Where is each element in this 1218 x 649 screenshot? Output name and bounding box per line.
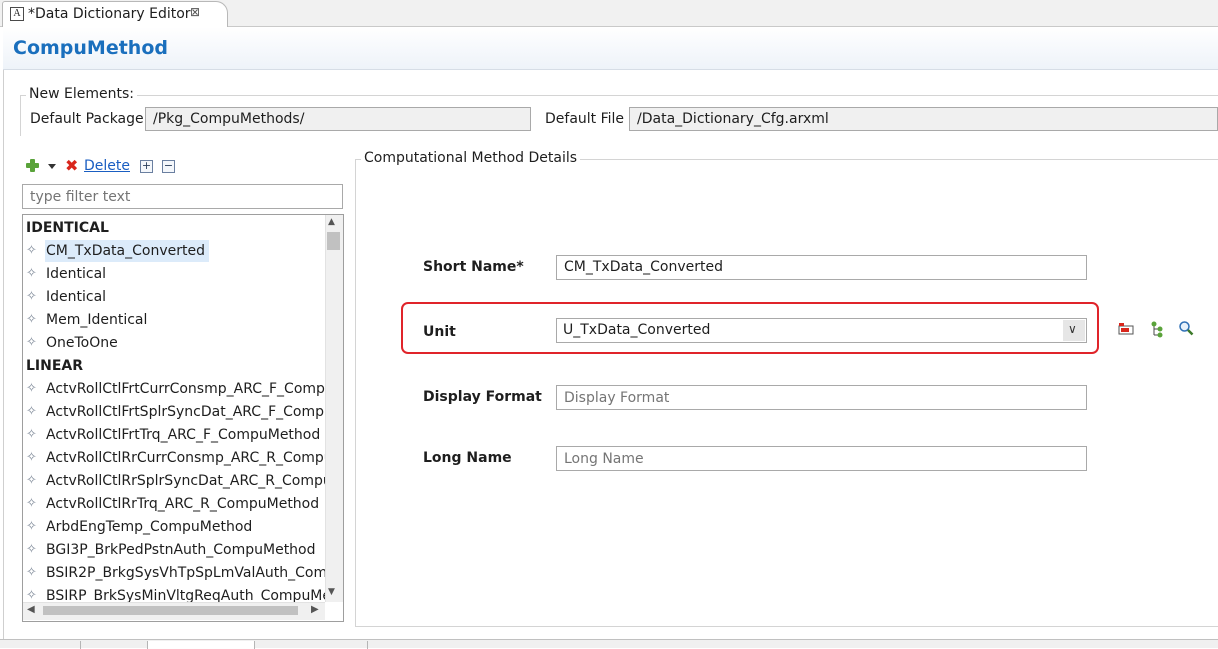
compu-method-icon: ✧	[26, 496, 37, 511]
bottom-tab[interactable]	[81, 641, 148, 649]
compu-method-icon: ✧	[26, 473, 37, 488]
compu-method-icon: ✧	[26, 312, 37, 327]
unit-select-value: U_TxData_Converted	[563, 322, 711, 338]
compu-method-icon: ✧	[26, 381, 37, 396]
tree-item-label: BGI3P_BrkPedPstnAuth_CompuMethod	[46, 542, 316, 558]
tree-item-label: Mem_Identical	[46, 312, 148, 328]
add-dropdown-arrow-icon[interactable]	[48, 164, 56, 169]
compu-method-icon: ✧	[26, 243, 37, 258]
tree-item-label: BSIR2P_BrkgSysVhTpSpLmValAuth_Compu	[46, 565, 344, 581]
compu-method-icon: ✧	[26, 450, 37, 465]
compu-method-icon: ✧	[26, 404, 37, 419]
compu-method-icon: ✧	[26, 266, 37, 281]
scroll-up-icon[interactable]: ▲	[328, 217, 335, 227]
close-icon[interactable]: ⊠	[190, 5, 200, 19]
compu-method-icon: ✧	[26, 542, 37, 557]
unit-label: Unit	[423, 324, 456, 340]
compu-method-icon: ✧	[26, 289, 37, 304]
scroll-down-icon[interactable]: ▼	[328, 587, 335, 597]
new-unit-icon[interactable]	[1118, 323, 1134, 335]
horizontal-scroll-thumb[interactable]	[43, 606, 298, 615]
compu-method-icon: ✧	[26, 335, 37, 350]
tree-item-label: ActvRollCtlFrtCurrConsmp_ARC_F_CompuM	[46, 381, 344, 397]
editor-file-icon: A	[10, 7, 24, 21]
tree-item-label: ArbdEngTemp_CompuMethod	[46, 519, 253, 535]
tree-item-label: Identical	[46, 266, 107, 282]
tree-item-label: CM_TxData_Converted	[45, 240, 209, 262]
tree-item-label: ActvRollCtlRrCurrConsmp_ARC_R_CompuM	[46, 450, 344, 466]
display-format-field[interactable]	[556, 385, 1087, 410]
tree-item-label: ActvRollCtlFrtTrq_ARC_F_CompuMethod	[46, 427, 321, 443]
compu-method-icon: ✧	[26, 427, 37, 442]
long-name-field[interactable]	[556, 446, 1087, 471]
compu-method-icon: ✧	[26, 519, 37, 534]
collapse-all-icon[interactable]: −	[162, 160, 175, 173]
vertical-scroll-thumb[interactable]	[327, 232, 340, 250]
chevron-down-icon[interactable]: ∨	[1068, 322, 1077, 336]
scroll-left-icon[interactable]: ◀	[27, 604, 35, 615]
vertical-scrollbar[interactable]	[325, 215, 343, 602]
tree-item-label: ActvRollCtlRrTrq_ARC_R_CompuMethod	[46, 496, 320, 512]
new-elements-legend: New Elements:	[26, 86, 137, 102]
page-border	[3, 27, 4, 647]
display-format-label: Display Format	[423, 389, 542, 405]
bottom-tab[interactable]	[255, 641, 368, 649]
tree-category[interactable]: LINEAR	[26, 355, 83, 377]
editor-tab[interactable]: A *Data Dictionary Editor ⊠	[2, 1, 228, 27]
compu-method-icon: ✧	[26, 565, 37, 580]
unit-hierarchy-icon[interactable]	[1150, 321, 1164, 338]
delete-icon[interactable]: ✖	[65, 158, 78, 174]
short-name-field[interactable]: CM_TxData_Converted	[556, 255, 1087, 280]
long-name-label: Long Name	[423, 450, 512, 466]
default-package-label: Default Package	[30, 111, 144, 127]
tree-item-label: Identical	[46, 289, 107, 305]
bottom-tab[interactable]	[0, 641, 81, 649]
tree-item-label: ActvRollCtlFrtSplrSyncDat_ARC_F_CompuM	[46, 404, 344, 420]
page-title: CompuMethod	[13, 37, 168, 59]
bottom-tab-active[interactable]	[148, 641, 255, 649]
details-legend: Computational Method Details	[361, 150, 581, 166]
add-icon[interactable]	[25, 158, 40, 173]
expand-all-icon[interactable]: +	[140, 160, 153, 173]
tree-category[interactable]: IDENTICAL	[26, 217, 109, 239]
default-file-label: Default File	[545, 111, 625, 127]
search-icon[interactable]	[1178, 320, 1194, 336]
form-header: CompuMethod	[3, 27, 1218, 70]
default-file-field: /Data_Dictionary_Cfg.arxml	[629, 107, 1218, 131]
scroll-right-icon[interactable]: ▶	[311, 604, 319, 615]
short-name-label: Short Name*	[423, 259, 524, 275]
delete-link[interactable]: Delete	[84, 158, 130, 174]
tree-item-label: ActvRollCtlRrSplrSyncDat_ARC_R_CompuM	[46, 473, 344, 489]
tree-item-label: OneToOne	[46, 335, 118, 351]
compu-method-tree[interactable]: IDENTICAL ✧ CM_TxData_Converted ✧ Identical ✧…	[22, 214, 344, 622]
default-package-field: /Pkg_CompuMethods/	[145, 107, 531, 131]
filter-input[interactable]	[22, 184, 343, 209]
editor-tab-title: *Data Dictionary Editor	[28, 6, 191, 22]
